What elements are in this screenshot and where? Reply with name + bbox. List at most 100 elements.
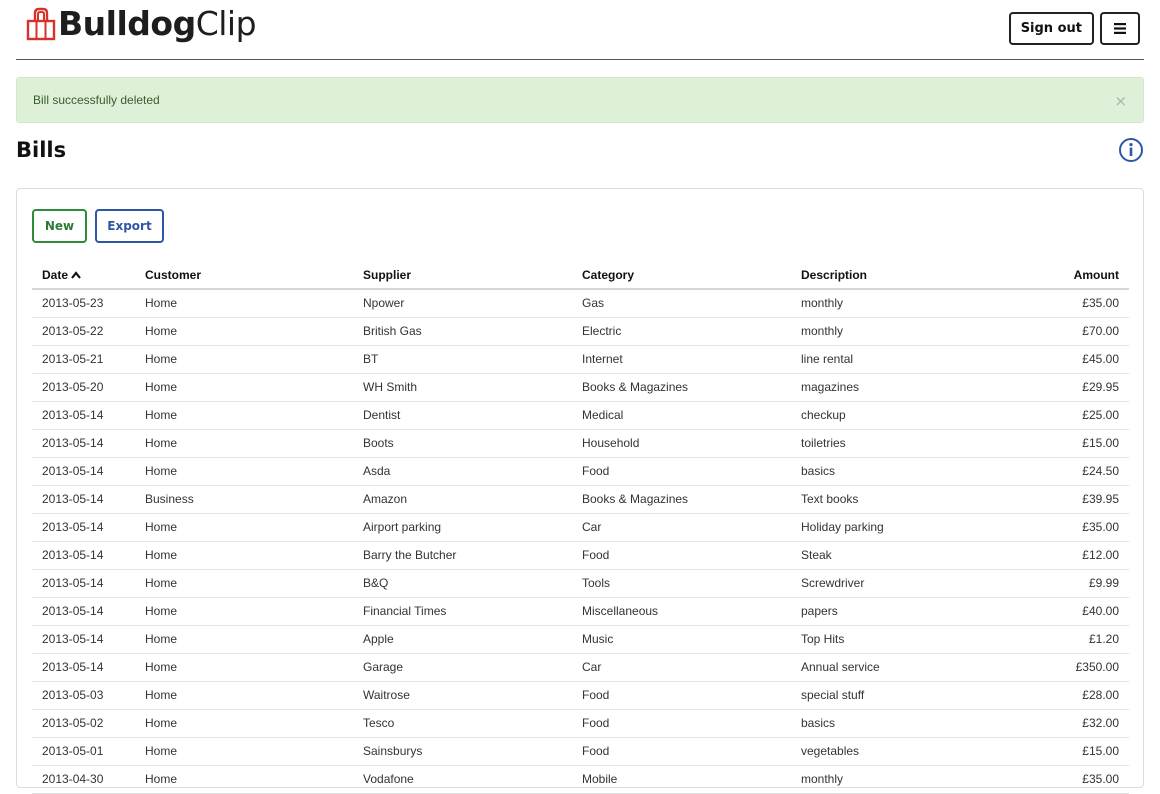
brand-name-light: Clip <box>195 4 257 43</box>
bills-table: Date Customer Supplier Category Descript… <box>32 261 1129 794</box>
table-row[interactable]: 2013-05-02 Home Tesco Food basics £32.00 <box>32 709 1129 738</box>
cell-description: line rental <box>791 345 1010 374</box>
cell-amount: £9.99 <box>1010 569 1129 598</box>
column-header-date-label: Date <box>42 267 69 282</box>
hamburger-menu-icon <box>1114 23 1126 34</box>
cell-description: monthly <box>791 317 1010 346</box>
binder-clip-icon <box>26 7 56 40</box>
cell-category: Car <box>572 653 791 682</box>
column-header-date[interactable]: Date <box>32 261 135 290</box>
column-header-amount[interactable]: Amount <box>1010 261 1129 290</box>
cell-description: basics <box>791 709 1010 738</box>
cell-amount: £1.20 <box>1010 625 1129 654</box>
cell-category: Medical <box>572 401 791 430</box>
cell-category: Music <box>572 625 791 654</box>
cell-amount: £35.00 <box>1010 289 1129 318</box>
table-row[interactable]: 2013-05-23 Home Npower Gas monthly £35.00 <box>32 289 1129 318</box>
cell-description: papers <box>791 597 1010 626</box>
cell-category: Food <box>572 737 791 766</box>
cell-description: magazines <box>791 373 1010 402</box>
cell-supplier: B&Q <box>353 569 572 598</box>
cell-date: 2013-05-22 <box>32 317 135 346</box>
cell-customer: Home <box>135 401 353 430</box>
cell-supplier: Sainsburys <box>353 737 572 766</box>
cell-supplier: Dentist <box>353 401 572 430</box>
cell-amount: £350.00 <box>1010 653 1129 682</box>
cell-description: checkup <box>791 401 1010 430</box>
cell-description: Annual service <box>791 653 1010 682</box>
menu-button[interactable] <box>1100 12 1140 45</box>
cell-amount: £45.00 <box>1010 345 1129 374</box>
table-row[interactable]: 2013-05-03 Home Waitrose Food special stuff £… <box>32 681 1129 710</box>
column-header-description[interactable]: Description <box>791 261 1010 290</box>
cell-date: 2013-05-20 <box>32 373 135 402</box>
table-row[interactable]: 2013-05-14 Home B&Q Tools Screwdriver £9.99 <box>32 569 1129 598</box>
export-button[interactable]: Export <box>95 209 164 243</box>
table-row[interactable]: 2013-05-14 Home Boots Household toiletries £1… <box>32 429 1129 458</box>
brand-logo[interactable]: Bulldog Clip <box>26 4 257 43</box>
column-header-supplier[interactable]: Supplier <box>353 261 572 290</box>
cell-customer: Home <box>135 569 353 598</box>
cell-customer: Home <box>135 681 353 710</box>
new-bill-button[interactable]: New <box>32 209 87 243</box>
cell-description: toiletries <box>791 429 1010 458</box>
table-row[interactable]: 2013-05-14 Home Barry the Butcher Food Steak… <box>32 541 1129 570</box>
cell-category: Mobile <box>572 765 791 794</box>
cell-date: 2013-05-21 <box>32 345 135 374</box>
table-row[interactable]: 2013-05-22 Home British Gas Electric monthly… <box>32 317 1129 346</box>
cell-supplier: WH Smith <box>353 373 572 402</box>
table-row[interactable]: 2013-05-21 Home BT Internet line rental £45.0… <box>32 345 1129 374</box>
cell-amount: £32.00 <box>1010 709 1129 738</box>
info-circle-icon[interactable] <box>1118 137 1144 163</box>
cell-customer: Home <box>135 317 353 346</box>
close-icon[interactable]: × <box>1114 92 1127 110</box>
table-row[interactable]: 2013-04-30 Home Vodafone Mobile monthly £35.0… <box>32 765 1129 794</box>
cell-amount: £70.00 <box>1010 317 1129 346</box>
cell-amount: £28.00 <box>1010 681 1129 710</box>
page-title: Bills <box>16 138 67 162</box>
table-row[interactable]: 2013-05-14 Home Asda Food basics £24.50 <box>32 457 1129 486</box>
cell-date: 2013-05-14 <box>32 653 135 682</box>
cell-customer: Home <box>135 373 353 402</box>
table-row[interactable]: 2013-05-20 Home WH Smith Books & Magazines m… <box>32 373 1129 402</box>
sign-out-button[interactable]: Sign out <box>1008 12 1094 45</box>
table-row[interactable]: 2013-05-14 Home Garage Car Annual service £35… <box>32 653 1129 682</box>
cell-supplier: Amazon <box>353 485 572 514</box>
cell-date: 2013-04-30 <box>32 765 135 794</box>
cell-description: Holiday parking <box>791 513 1010 542</box>
table-row[interactable]: 2013-05-01 Home Sainsburys Food vegetables £1… <box>32 737 1129 766</box>
column-header-category[interactable]: Category <box>572 261 791 290</box>
cell-date: 2013-05-14 <box>32 429 135 458</box>
cell-customer: Home <box>135 541 353 570</box>
cell-date: 2013-05-14 <box>32 457 135 486</box>
cell-date: 2013-05-14 <box>32 569 135 598</box>
cell-customer: Home <box>135 653 353 682</box>
cell-customer: Home <box>135 289 353 318</box>
cell-supplier: Financial Times <box>353 597 572 626</box>
cell-supplier: Waitrose <box>353 681 572 710</box>
table-row[interactable]: 2013-05-14 Home Airport parking Car Holiday … <box>32 513 1129 542</box>
cell-category: Car <box>572 513 791 542</box>
column-header-customer[interactable]: Customer <box>135 261 353 290</box>
cell-amount: £39.95 <box>1010 485 1129 514</box>
table-row[interactable]: 2013-05-14 Home Financial Times Miscellaneo… <box>32 597 1129 626</box>
cell-category: Books & Magazines <box>572 485 791 514</box>
cell-supplier: Vodafone <box>353 765 572 794</box>
cell-amount: £25.00 <box>1010 401 1129 430</box>
cell-category: Household <box>572 429 791 458</box>
success-alert: Bill successfully deleted × <box>16 77 1144 123</box>
cell-customer: Home <box>135 345 353 374</box>
cell-date: 2013-05-14 <box>32 597 135 626</box>
cell-supplier: Tesco <box>353 709 572 738</box>
table-row[interactable]: 2013-05-14 Home Apple Music Top Hits £1.20 <box>32 625 1129 654</box>
cell-date: 2013-05-14 <box>32 541 135 570</box>
cell-description: vegetables <box>791 737 1010 766</box>
cell-description: Screwdriver <box>791 569 1010 598</box>
cell-customer: Business <box>135 485 353 514</box>
table-row[interactable]: 2013-05-14 Home Dentist Medical checkup £25.0… <box>32 401 1129 430</box>
cell-date: 2013-05-23 <box>32 289 135 318</box>
cell-category: Internet <box>572 345 791 374</box>
table-row[interactable]: 2013-05-14 Business Amazon Books & Magazine… <box>32 485 1129 514</box>
cell-date: 2013-05-14 <box>32 485 135 514</box>
cell-amount: £12.00 <box>1010 541 1129 570</box>
